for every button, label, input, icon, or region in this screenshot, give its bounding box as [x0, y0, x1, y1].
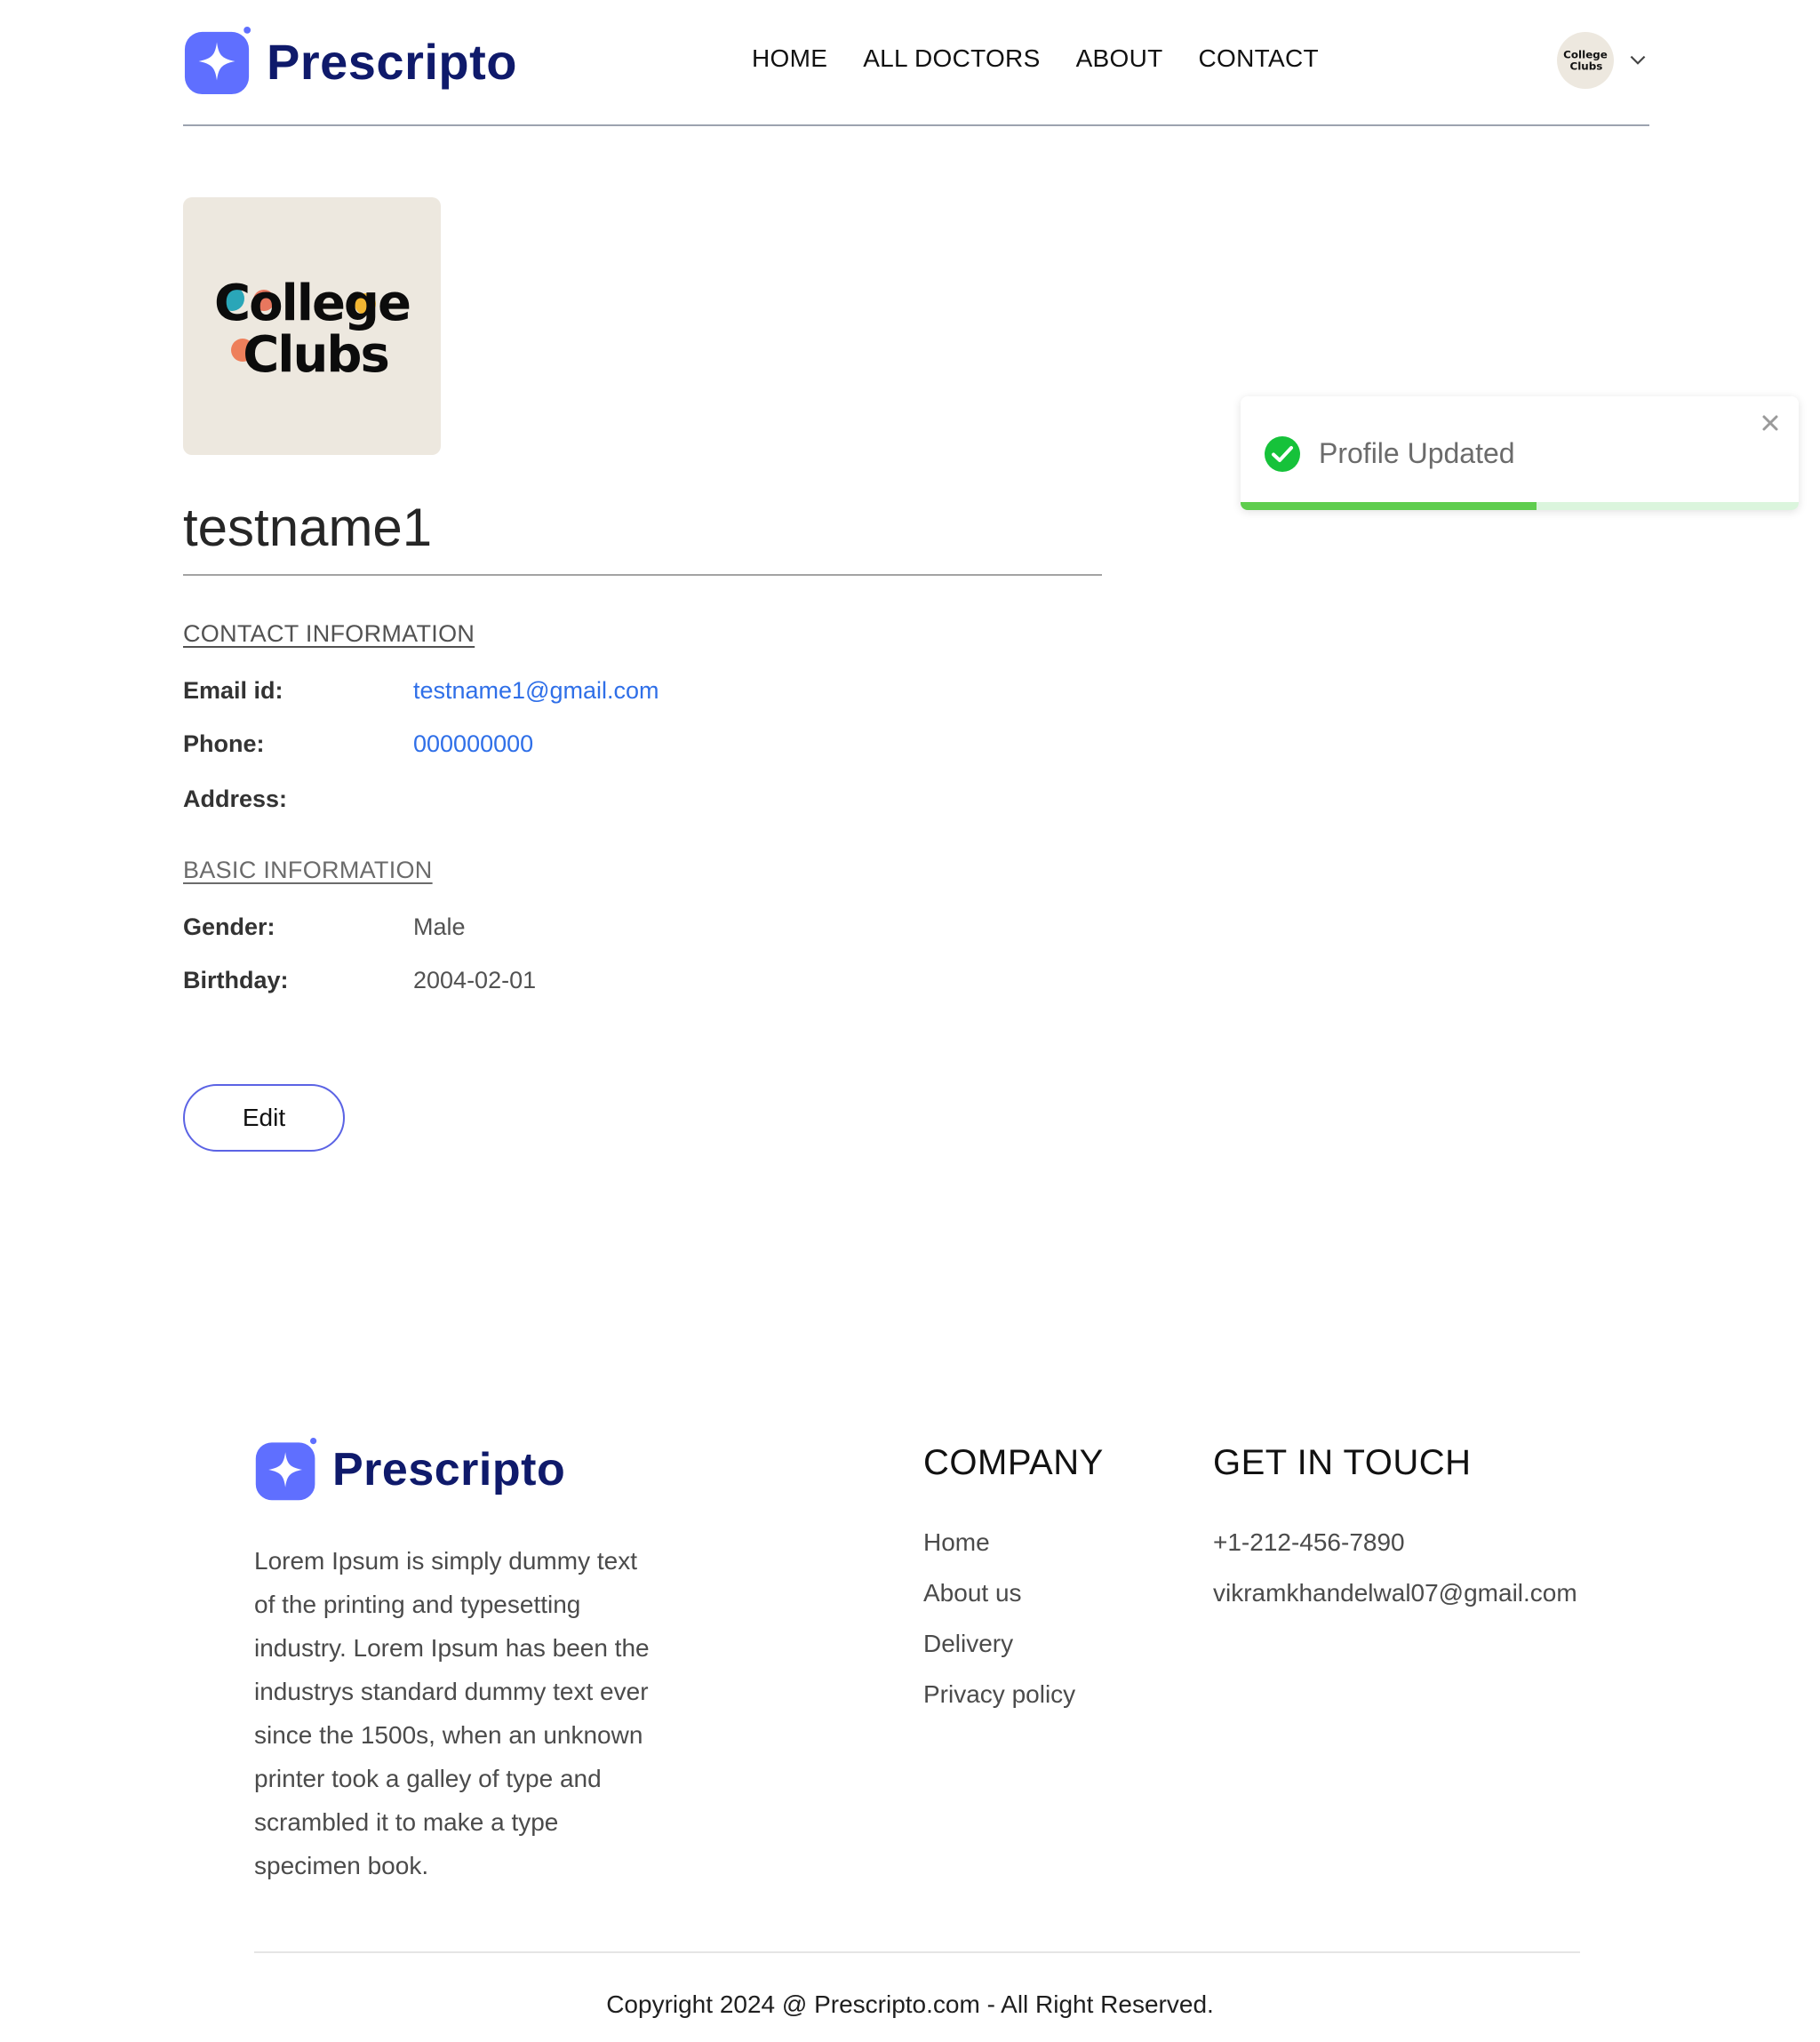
nav-all-doctors[interactable]: ALL DOCTORS [863, 44, 1040, 73]
user-menu[interactable]: College Clubs [1557, 32, 1649, 89]
footer-link-home[interactable]: Home [923, 1527, 1075, 1577]
phone-value: 000000000 [413, 730, 534, 757]
footer-email: vikramkhandelwal07@gmail.com [1213, 1579, 1577, 1607]
profile-card: College Clubs testname1 [183, 197, 1102, 576]
footer-contact-list: +1-212-456-7890 vikramkhandelwal07@gmail… [1213, 1527, 1577, 1628]
check-circle-icon [1265, 436, 1300, 472]
toast-notification: Profile Updated [1241, 396, 1799, 510]
toast-message: Profile Updated [1319, 437, 1515, 469]
footer-link-delivery[interactable]: Delivery [923, 1628, 1075, 1679]
profile-name: testname1 [183, 498, 433, 557]
avatar-image: College Clubs [1563, 49, 1608, 73]
birthday-value: 2004-02-01 [413, 967, 537, 993]
nav-home[interactable]: HOME [752, 44, 827, 73]
chevron-down-icon[interactable] [1626, 49, 1649, 72]
svg-text:College: College [1563, 49, 1608, 61]
profile-image-art: College Clubs [214, 275, 411, 384]
footer-company-heading: COMPANY [923, 1443, 1104, 1482]
toast-progress-bar [1241, 502, 1537, 510]
footer-company-links: Home About us Delivery Privacy policy [923, 1527, 1075, 1729]
profile-divider [183, 574, 1102, 576]
edit-button[interactable]: Edit [183, 1084, 345, 1152]
svg-text:College: College [214, 275, 410, 332]
phone-label: Phone: [183, 730, 265, 757]
footer-link-about[interactable]: About us [923, 1577, 1075, 1628]
footer-contact-heading: GET IN TOUCH [1213, 1443, 1472, 1482]
address-label: Address: [183, 786, 288, 812]
copyright-text: Copyright 2024 @ Prescripto.com - All Ri… [606, 1990, 1214, 2018]
brand-logo[interactable]: Prescripto [183, 27, 517, 96]
prescripto-logo-icon [184, 27, 251, 95]
footer-phone: +1-212-456-7890 [1213, 1528, 1405, 1556]
basic-information-heading: BASIC INFORMATION [183, 857, 433, 883]
svg-text:Clubs: Clubs [243, 326, 388, 384]
navbar: Prescripto HOME ALL DOCTORS ABOUT CONTAC… [183, 0, 1649, 126]
email-value: testname1@gmail.com [413, 677, 659, 704]
email-label: Email id: [183, 677, 283, 704]
avatar[interactable]: College Clubs [1557, 32, 1614, 89]
svg-text:Clubs: Clubs [1570, 60, 1603, 73]
prescripto-logo-icon [255, 1438, 317, 1501]
footer-divider [254, 1951, 1580, 1953]
nav-about[interactable]: ABOUT [1076, 44, 1163, 73]
footer-brand-logo: Prescripto [254, 1438, 565, 1502]
gender-value: Male [413, 913, 466, 940]
nav-contact[interactable]: CONTACT [1199, 44, 1319, 73]
footer-description: Lorem Ipsum is simply dummy text of the … [254, 1547, 650, 1879]
gender-label: Gender: [183, 913, 275, 940]
nav-links: HOME ALL DOCTORS ABOUT CONTACT [752, 44, 1319, 73]
close-icon[interactable] [1758, 411, 1783, 435]
birthday-label: Birthday: [183, 967, 289, 993]
footer-brand-name: Prescripto [332, 1444, 566, 1496]
brand-name: Prescripto [267, 33, 517, 90]
footer-link-privacy[interactable]: Privacy policy [923, 1679, 1075, 1729]
profile-image: College Clubs [183, 197, 441, 455]
contact-information-heading: CONTACT INFORMATION [183, 620, 475, 647]
